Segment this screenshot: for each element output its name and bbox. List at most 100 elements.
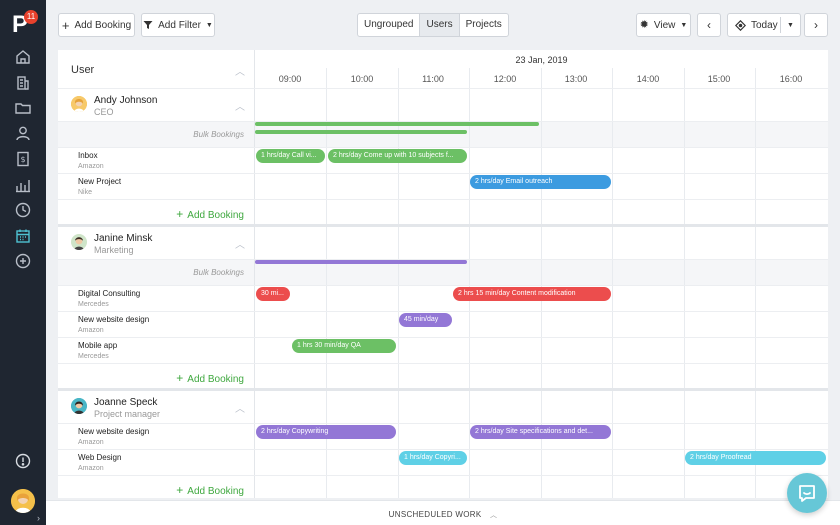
- user-column-header[interactable]: User: [71, 64, 94, 76]
- bar-chart-icon[interactable]: [14, 176, 32, 194]
- booking-pill[interactable]: 2 hrs/day Come up with 10 subjects f...: [328, 149, 467, 163]
- clock-icon[interactable]: [14, 201, 32, 219]
- project-client: Nike: [78, 189, 93, 196]
- row-line: [58, 173, 828, 174]
- gear-icon: ✹: [639, 18, 649, 31]
- project-name[interactable]: New website design: [78, 427, 149, 436]
- booking-pill[interactable]: 30 mi...: [256, 287, 290, 301]
- folder-icon[interactable]: [14, 99, 32, 117]
- chevron-up-icon[interactable]: ︿: [235, 98, 245, 113]
- unscheduled-work-toggle[interactable]: UNSCHEDULED WORK ︿: [46, 510, 840, 520]
- person-name[interactable]: Andy Johnson: [94, 95, 157, 106]
- bulk-bookings-label: Bulk Bookings: [193, 130, 244, 139]
- person-role: Marketing: [94, 245, 134, 255]
- grid-line: [684, 68, 685, 498]
- section-divider: [58, 224, 828, 227]
- app-logo[interactable]: P 11: [12, 10, 38, 38]
- booking-pill[interactable]: 2 hrs/day Site specifications and det...: [470, 425, 611, 439]
- project-name[interactable]: New Project: [78, 177, 121, 186]
- chat-launcher-button[interactable]: [787, 473, 827, 513]
- previous-button[interactable]: ‹: [697, 13, 721, 37]
- view-label: View: [653, 19, 676, 31]
- expand-icon[interactable]: ›: [37, 513, 40, 523]
- booking-pill[interactable]: 2 hrs/day Proofread: [685, 451, 826, 465]
- add-booking-label: Add Booking: [187, 486, 244, 497]
- tab-ungrouped[interactable]: Ungrouped: [358, 14, 421, 36]
- project-name[interactable]: Digital Consulting: [78, 289, 140, 298]
- unscheduled-work-label: UNSCHEDULED WORK: [388, 510, 482, 519]
- add-booking-link[interactable]: + Add Booking: [174, 371, 244, 385]
- hour-label: 13:00: [564, 74, 588, 84]
- person-role: CEO: [94, 107, 114, 117]
- bulk-bar[interactable]: [255, 122, 539, 126]
- column-divider: [254, 50, 255, 498]
- plus-icon: +: [176, 371, 184, 385]
- avatar[interactable]: [11, 489, 35, 513]
- left-rail: P 11 $ ›: [0, 0, 46, 525]
- project-name[interactable]: Inbox: [78, 151, 98, 160]
- add-booking-link[interactable]: + Add Booking: [174, 207, 244, 221]
- hour-label: 12:00: [493, 74, 517, 84]
- bulk-bar[interactable]: [255, 130, 467, 134]
- avatar[interactable]: [71, 398, 87, 414]
- booking-pill[interactable]: 2 hrs/day Copywriting: [256, 425, 396, 439]
- booking-pill[interactable]: 2 hrs/day Email outreach: [470, 175, 611, 189]
- row-line: [58, 337, 828, 338]
- next-button[interactable]: ›: [804, 13, 828, 37]
- row-line: [58, 311, 828, 312]
- tab-users[interactable]: Users: [420, 14, 460, 36]
- add-filter-button[interactable]: Add Filter ▼: [141, 13, 215, 37]
- row-line: [58, 475, 828, 476]
- invoice-icon[interactable]: $: [14, 150, 32, 168]
- person-icon[interactable]: [14, 124, 32, 142]
- add-booking-label: Add Booking: [187, 210, 244, 221]
- add-circle-icon[interactable]: [14, 252, 32, 270]
- add-filter-label: Add Filter: [158, 19, 201, 31]
- person-name[interactable]: Janine Minsk: [94, 233, 152, 244]
- project-name[interactable]: Web Design: [78, 453, 121, 462]
- plus-icon: +: [61, 17, 70, 33]
- hour-label: 15:00: [707, 74, 731, 84]
- tab-projects[interactable]: Projects: [460, 14, 508, 36]
- unscheduled-work-bar[interactable]: UNSCHEDULED WORK ︿: [46, 500, 840, 525]
- hour-label: 10:00: [350, 74, 374, 84]
- alert-icon[interactable]: [14, 452, 32, 470]
- hour-label: 11:00: [422, 74, 444, 84]
- person-name[interactable]: Joanne Speck: [94, 397, 157, 408]
- chevron-up-icon[interactable]: ︿: [235, 63, 245, 78]
- avatar[interactable]: [71, 234, 87, 250]
- chevron-right-icon: ›: [814, 17, 818, 32]
- project-name[interactable]: Mobile app: [78, 341, 117, 350]
- calendar-icon[interactable]: [14, 227, 32, 245]
- view-button[interactable]: ✹ View ▼: [636, 13, 691, 37]
- row-line: [58, 449, 828, 450]
- project-client: Amazon: [78, 439, 104, 446]
- plus-icon: +: [176, 483, 184, 497]
- booking-pill[interactable]: 1 hrs/day Call vi...: [256, 149, 325, 163]
- project-client: Amazon: [78, 163, 104, 170]
- today-button[interactable]: Today ▼: [727, 13, 801, 37]
- booking-pill[interactable]: 2 hrs 15 min/day Content modification: [453, 287, 611, 301]
- project-name[interactable]: New website design: [78, 315, 149, 324]
- booking-pill[interactable]: 45 min/day: [399, 313, 452, 327]
- chevron-up-icon[interactable]: ︿: [235, 236, 245, 251]
- home-icon[interactable]: [14, 48, 32, 66]
- caret-down-icon[interactable]: ▼: [787, 22, 794, 29]
- add-booking-button[interactable]: + Add Booking: [58, 13, 135, 37]
- filter-icon: [143, 21, 153, 29]
- avatar[interactable]: [71, 96, 87, 112]
- hour-label: 14:00: [636, 74, 660, 84]
- row-line: [58, 285, 828, 286]
- section-divider: [58, 388, 828, 391]
- building-icon[interactable]: [14, 74, 32, 92]
- hour-label: 16:00: [779, 74, 803, 84]
- add-booking-link[interactable]: + Add Booking: [174, 483, 244, 497]
- project-client: Mercedes: [78, 301, 109, 308]
- chevron-up-icon[interactable]: ︿: [235, 400, 245, 415]
- notification-badge: 11: [24, 10, 38, 24]
- booking-pill[interactable]: 1 hrs 30 min/day QA: [292, 339, 396, 353]
- plus-icon: +: [176, 207, 184, 221]
- today-label: Today: [751, 19, 778, 31]
- booking-pill[interactable]: 1 hrs/day Copyri...: [399, 451, 467, 465]
- bulk-bar[interactable]: [255, 260, 467, 264]
